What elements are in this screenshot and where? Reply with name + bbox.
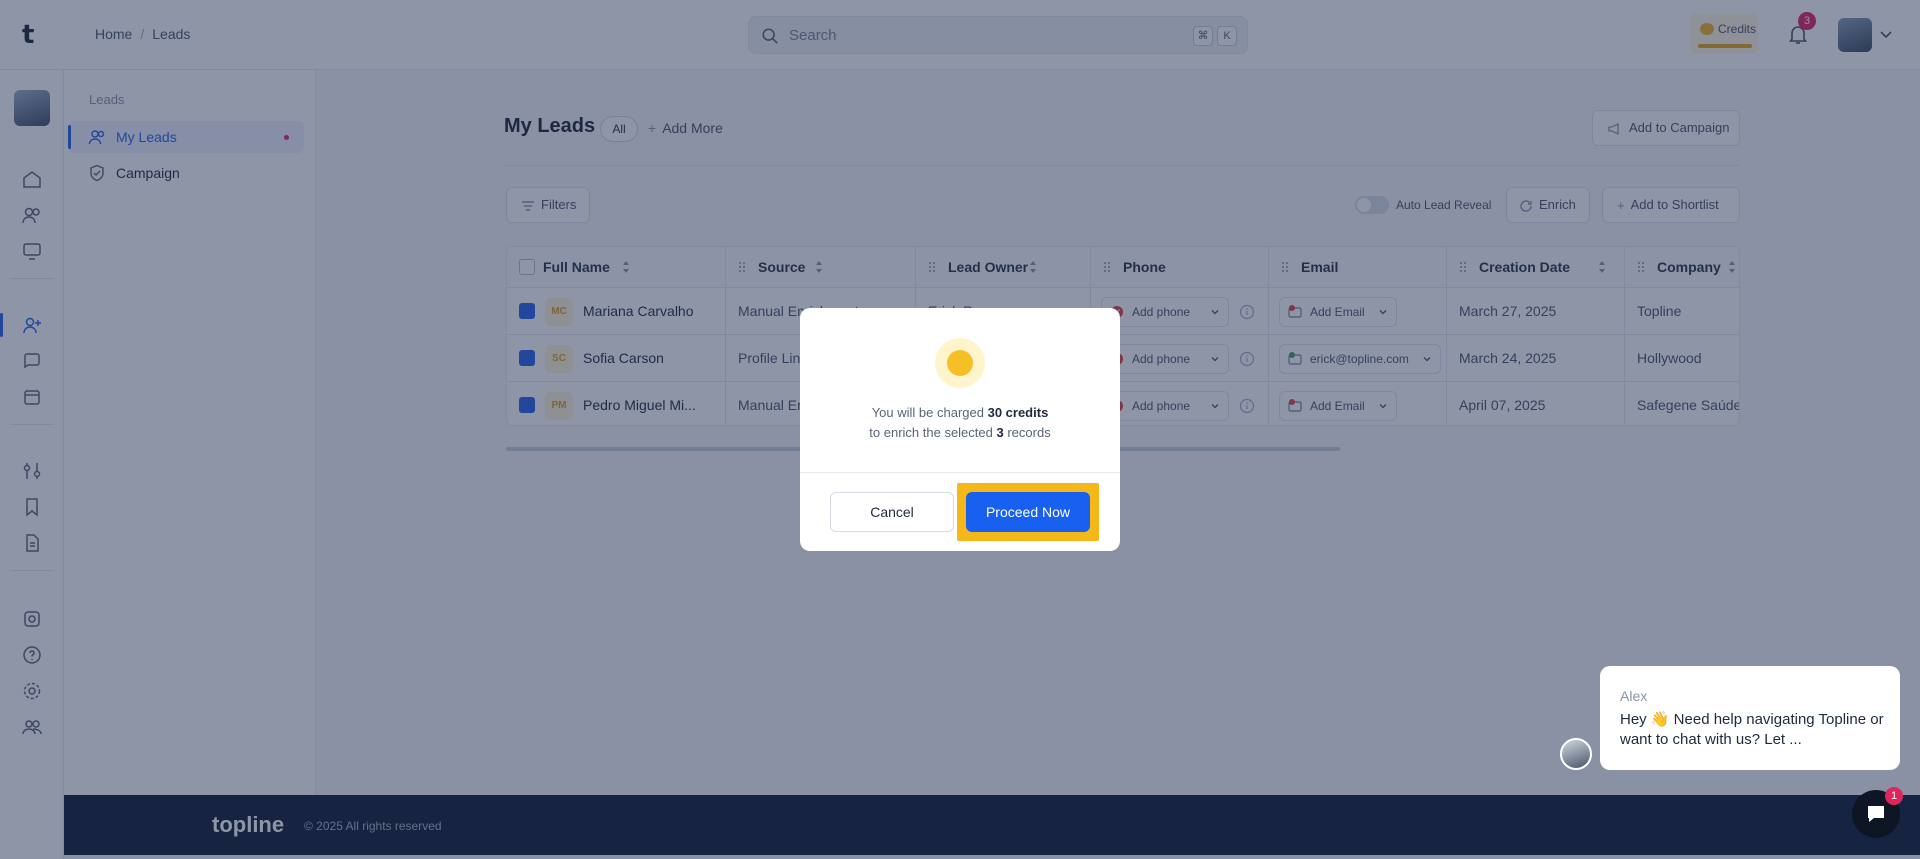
charge-prefix: You will be charged (871, 405, 984, 420)
chat-agent-avatar (1560, 738, 1592, 770)
dialog-divider (800, 472, 1120, 473)
records-prefix: to enrich the selected (869, 425, 993, 440)
chat-message-bubble[interactable]: Alex Hey 👋 Need help navigating Topline … (1600, 666, 1900, 770)
cancel-button[interactable]: Cancel (830, 492, 954, 532)
credits-amount: 30 credits (987, 405, 1049, 420)
chat-icon (1868, 806, 1884, 822)
record-count: 3 (996, 425, 1004, 440)
records-suffix: records (1007, 425, 1051, 440)
chat-agent-name: Alex (1620, 688, 1648, 704)
proceed-now-button[interactable]: Proceed Now (966, 492, 1090, 532)
enrich-confirm-dialog: You will be charged 30 credits to enrich… (800, 308, 1120, 551)
chat-unread-badge: 1 (1885, 787, 1903, 805)
chat-message-text: Hey 👋 Need help navigating Topline or wa… (1620, 711, 1884, 748)
charge-message: You will be charged 30 credits (800, 405, 1120, 420)
coin-icon (935, 338, 985, 388)
coin-icon-inner (947, 350, 973, 376)
records-message: to enrich the selected 3 records (800, 425, 1120, 440)
